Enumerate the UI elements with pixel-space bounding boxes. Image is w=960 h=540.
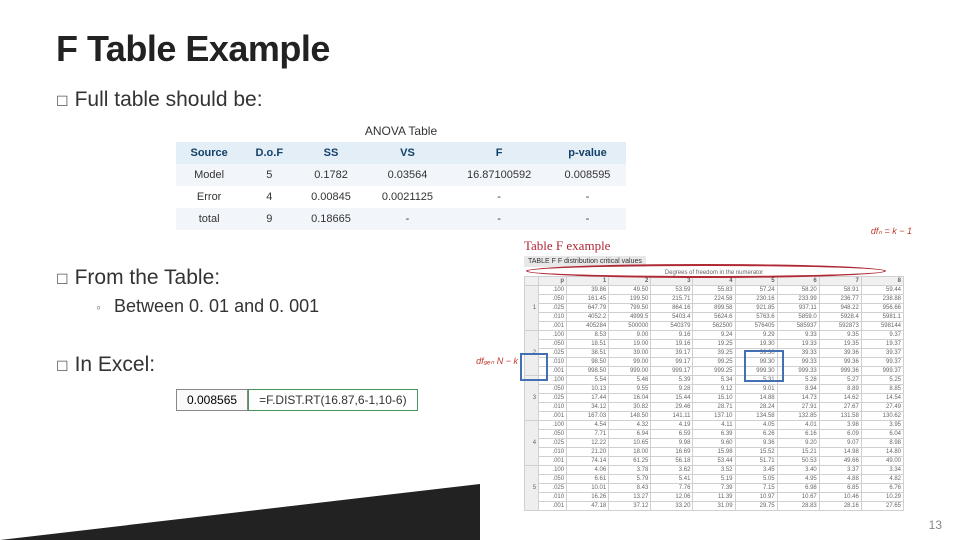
f-distribution-table: p123456781.10039.8649.5053.5955.8357.245…: [524, 276, 904, 511]
table-row: 1.10039.8649.5053.5955.8357.2458.2058.91…: [525, 286, 904, 295]
f-table-title: Table F example: [524, 238, 904, 254]
bullet-in-word: In: [75, 353, 93, 377]
table-row: .01034.1230.8229.4628.7128.2427.9127.672…: [525, 403, 904, 412]
anova-h0: Source: [176, 142, 242, 164]
table-row: 5.1004.063.783.623.523.453.403.373.34: [525, 466, 904, 475]
table-row: .00174.1461.2556.1853.4451.7150.5349.664…: [525, 457, 904, 466]
anova-h1: D.o.F: [242, 142, 296, 164]
table-row: .0104052.24999.55403.45624.65763.65859.0…: [525, 313, 904, 322]
f-table-figure: dfₙ = k − 1 df₉ₑₙ N − k Table F example …: [524, 238, 904, 511]
anova-table-wrap: ANOVA Table Source D.o.F SS VS F p-value…: [176, 124, 626, 230]
bullet-full-rest: table should be:: [108, 88, 262, 111]
highlight-rect-right: [744, 350, 784, 382]
table-row: .01016.2613.2712.0611.3910.9710.6710.461…: [525, 493, 904, 502]
bullet-from: ☐ From the Table:: [56, 266, 524, 290]
decor-triangle-dark: [0, 484, 480, 540]
table-row: .0506.615.795.415.195.054.954.884.82: [525, 475, 904, 484]
bullet-excel: ☐ In Excel:: [56, 353, 524, 377]
anova-h4: F: [449, 142, 549, 164]
table-row: 2.1008.539.009.169.249.299.339.359.37: [525, 331, 904, 340]
table-row: .02510.018.437.767.397.156.986.856.76: [525, 484, 904, 493]
table-row: .001405284500000540379562500576405585937…: [525, 322, 904, 331]
slide-content: F Table Example ☐ Full table should be: …: [0, 0, 960, 511]
table-row: .05018.5119.0019.1619.2519.3019.3319.351…: [525, 340, 904, 349]
bullet-from-word: From: [75, 266, 124, 290]
table-row: .01098.5099.0099.1799.2599.3099.3399.369…: [525, 358, 904, 367]
anova-table: Source D.o.F SS VS F p-value Model50.178…: [176, 142, 626, 230]
anova-h5: p-value: [549, 142, 626, 164]
highlight-rect-left: [520, 353, 548, 381]
table-row: 3.1005.545.465.395.345.315.285.275.25: [525, 376, 904, 385]
subbullet-text: Between 0. 01 and 0. 001: [114, 296, 319, 316]
slide-title: F Table Example: [56, 28, 904, 70]
diamond-icon: ◦: [96, 299, 101, 315]
table-row: total90.18665---: [176, 208, 626, 230]
anova-h3: VS: [366, 142, 450, 164]
table-row: Error40.008450.0021125--: [176, 186, 626, 208]
bullet-icon: ☐: [56, 358, 69, 375]
bullet-icon: ☐: [56, 93, 69, 110]
middle-row: ☐ From the Table: ◦ Between 0. 01 and 0.…: [56, 248, 904, 511]
anova-h2: SS: [296, 142, 365, 164]
bullet-icon: ☐: [56, 271, 69, 288]
bullet-from-rest: the Table:: [124, 266, 221, 289]
table-row: .050161.45199.50215.71224.58230.16233.99…: [525, 295, 904, 304]
anova-caption: ANOVA Table: [176, 124, 626, 138]
excel-formula-cell: =F.DIST.RT(16.87,6-1,10-6): [248, 389, 418, 411]
table-row: .00147.1837.1233.2031.0929.7528.8328.162…: [525, 502, 904, 511]
table-row: .001998.50999.00999.17999.25999.30999.33…: [525, 367, 904, 376]
highlight-ellipse: [526, 264, 886, 278]
table-row: .05010.139.559.289.129.018.948.898.85: [525, 385, 904, 394]
df-denominator-label: df₉ₑₙ N − k: [474, 356, 518, 367]
bullet-full-word: Full: [75, 88, 109, 112]
table-row: .02517.4416.0415.4415.1014.8814.7314.621…: [525, 394, 904, 403]
anova-header-row: Source D.o.F SS VS F p-value: [176, 142, 626, 164]
table-row: .01021.2018.0016.6915.9815.5215.2114.981…: [525, 448, 904, 457]
subbullet-between: ◦ Between 0. 01 and 0. 001: [96, 296, 524, 317]
page-number: 13: [929, 518, 942, 532]
table-row: .025647.79799.50864.16899.58921.85937.11…: [525, 304, 904, 313]
left-column: ☐ From the Table: ◦ Between 0. 01 and 0.…: [56, 248, 524, 411]
table-row: .001167.03148.50141.11137.10134.58132.85…: [525, 412, 904, 421]
table-row: 4.1004.544.324.194.114.054.013.983.95: [525, 421, 904, 430]
excel-result-cell: 0.008565: [176, 389, 248, 411]
bullet-full: ☐ Full table should be:: [56, 88, 904, 112]
table-row: .02538.5139.0039.1739.2539.3039.3339.363…: [525, 349, 904, 358]
table-row: .02512.2210.659.989.609.369.209.078.98: [525, 439, 904, 448]
table-row: Model50.17820.0356416.871005920.008595: [176, 164, 626, 186]
df-numerator-label: dfₙ = k − 1: [871, 226, 912, 237]
table-row: .0507.716.946.596.396.266.166.096.04: [525, 430, 904, 439]
bullet-in-rest: Excel:: [92, 353, 155, 376]
excel-snippet: 0.008565 =F.DIST.RT(16.87,6-1,10-6): [176, 389, 524, 411]
